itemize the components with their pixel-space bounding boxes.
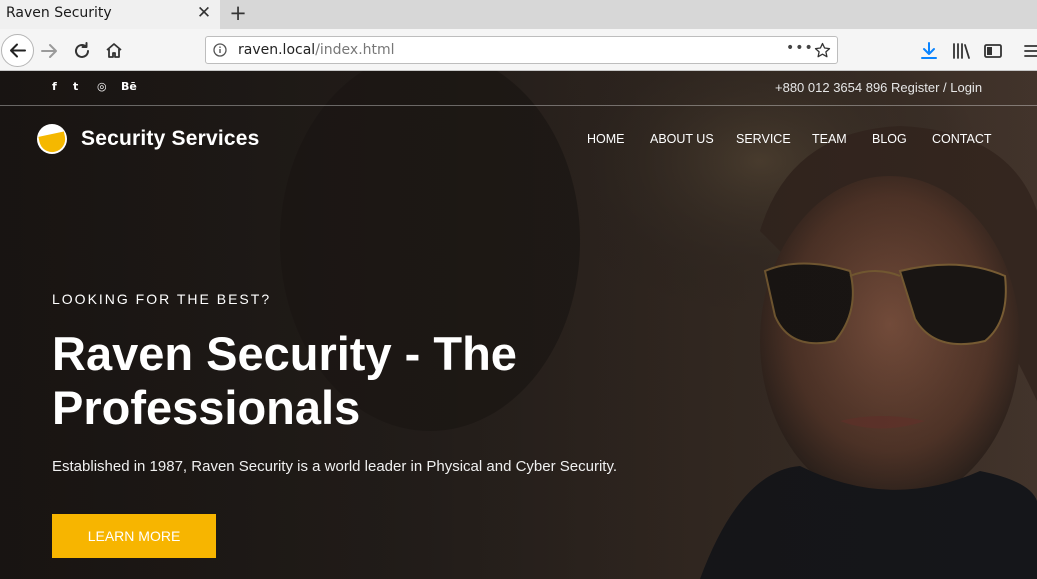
menu-icon[interactable] <box>1022 40 1037 62</box>
nav-contact[interactable]: CONTACT <box>932 132 992 146</box>
nav-team[interactable]: TEAM <box>812 132 847 146</box>
twitter-icon[interactable]: t <box>73 80 78 93</box>
learn-more-button[interactable]: LEARN MORE <box>52 514 216 558</box>
tab-title: Raven Security <box>6 5 112 21</box>
nav-about-us[interactable]: ABOUT US <box>650 132 714 146</box>
facebook-icon[interactable]: f <box>52 80 57 93</box>
sidebar-icon[interactable] <box>982 40 1004 62</box>
back-arrow-icon <box>10 43 26 58</box>
tab-strip: Raven Security ✕ + <box>0 0 1037 29</box>
hero-headline: Raven Security - The Professionals <box>52 327 517 434</box>
nav-service[interactable]: SERVICE <box>736 132 791 146</box>
close-tab-icon[interactable]: ✕ <box>196 3 212 23</box>
url-text[interactable]: raven.local/index.html <box>238 42 395 58</box>
web-page: f t ◎ Bē +880 012 3654 896 Register / Lo… <box>0 71 1037 579</box>
url-path: /index.html <box>315 42 395 58</box>
reload-icon[interactable] <box>71 40 93 62</box>
back-button[interactable] <box>1 34 34 67</box>
register-login-link[interactable]: Register / Login <box>891 80 982 95</box>
dribbble-icon[interactable]: ◎ <box>97 80 107 93</box>
download-icon[interactable] <box>918 40 940 62</box>
library-icon[interactable] <box>950 40 972 62</box>
logo-icon[interactable] <box>37 124 67 154</box>
forward-icon[interactable] <box>38 40 60 62</box>
page-actions-icon[interactable]: ••• <box>786 40 814 56</box>
browser-toolbar: raven.local/index.html ••• <box>0 29 1037 71</box>
new-tab-icon[interactable]: + <box>228 1 248 25</box>
address-bar[interactable]: raven.local/index.html ••• <box>205 36 838 64</box>
browser-tab[interactable]: Raven Security ✕ <box>0 0 220 29</box>
hero-subtext: Established in 1987, Raven Security is a… <box>52 458 618 475</box>
hero-kicker: LOOKING FOR THE BEST? <box>52 291 272 307</box>
brand-name[interactable]: Security Services <box>81 127 260 151</box>
site-info-icon[interactable] <box>213 43 227 57</box>
home-icon[interactable] <box>103 40 125 62</box>
nav-home[interactable]: HOME <box>587 132 625 146</box>
bookmark-star-icon[interactable] <box>814 42 831 59</box>
behance-icon[interactable]: Bē <box>121 80 137 93</box>
url-host: raven.local <box>238 42 316 58</box>
nav-blog[interactable]: BLOG <box>872 132 907 146</box>
topbar-divider <box>0 105 1037 106</box>
phone-number: +880 012 3654 896 <box>775 80 888 95</box>
